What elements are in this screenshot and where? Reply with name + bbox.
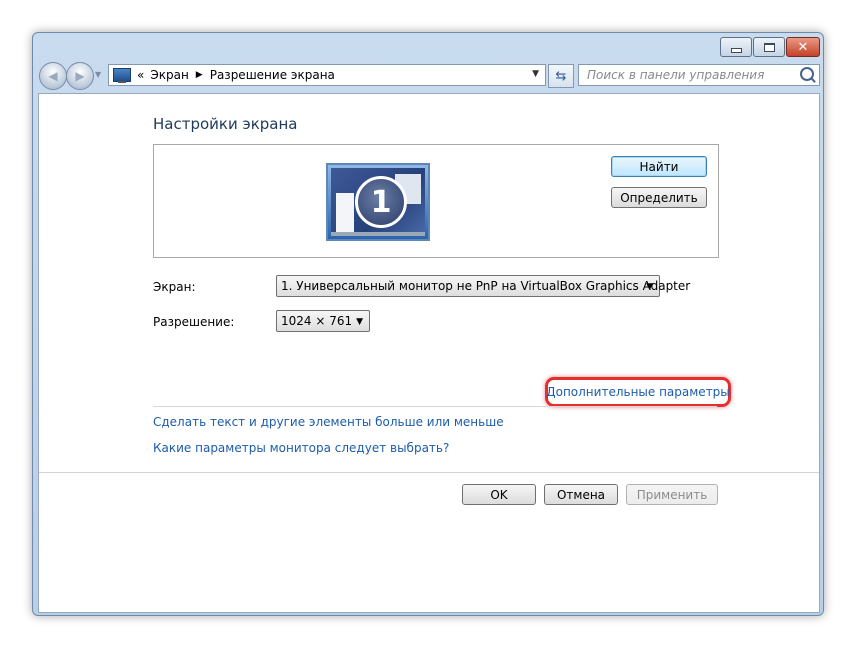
identify-button[interactable]: Определить [611, 187, 707, 208]
minimize-icon [730, 47, 742, 53]
footer-divider [39, 472, 819, 473]
resolution-select-value: 1024 × 761 [281, 314, 353, 328]
back-arrow-icon: ◀ [48, 69, 58, 83]
close-button[interactable]: ✕ [786, 37, 820, 57]
find-button[interactable]: Найти [611, 156, 707, 177]
apply-button[interactable]: Применить [626, 484, 718, 505]
resolution-select[interactable]: 1024 × 761 ▼ [276, 310, 370, 332]
close-icon: ✕ [797, 39, 809, 55]
breadcrumb-arrow-icon[interactable]: ▶ [196, 70, 203, 80]
monitor-number-badge: 1 [355, 176, 407, 228]
refresh-button[interactable]: ⇆ [548, 64, 574, 88]
divider [153, 406, 717, 407]
breadcrumb-resolution[interactable]: Разрешение экрана [210, 68, 335, 82]
monitor-taskbar-preview [331, 232, 425, 236]
address-overflow-icon[interactable]: « [137, 68, 144, 82]
search-icon[interactable] [800, 67, 814, 81]
advanced-settings-link[interactable]: Дополнительные параметры [546, 385, 730, 399]
chevron-down-icon: ▼ [646, 282, 653, 292]
breadcrumb-screen[interactable]: Экран [150, 68, 188, 82]
address-bar[interactable]: « Экран ▶ Разрешение экрана ▼ [108, 64, 546, 86]
monitor-screen: 1 [331, 168, 425, 236]
search-input[interactable] [585, 67, 799, 83]
refresh-icon: ⇆ [555, 68, 567, 84]
forward-button[interactable]: ▶ [66, 62, 94, 90]
recent-pages-dropdown-icon[interactable]: ▼ [95, 70, 101, 79]
monitor-window-preview [336, 193, 354, 233]
minimize-button[interactable] [720, 37, 752, 57]
monitor-help-link[interactable]: Какие параметры монитора следует выбрать… [153, 441, 449, 455]
page-title: Настройки экрана [153, 115, 298, 133]
content-area: Настройки экрана 1 Найти Определить Экра… [38, 93, 820, 613]
forward-arrow-icon: ▶ [75, 69, 85, 83]
display-select[interactable]: 1. Универсальный монитор не PnP на Virtu… [276, 275, 690, 297]
advanced-settings-highlight: Дополнительные параметры [545, 377, 731, 407]
cancel-button[interactable]: Отмена [544, 484, 618, 505]
display-select-value: 1. Универсальный монитор не PnP на Virtu… [281, 279, 691, 293]
text-size-link[interactable]: Сделать текст и другие элементы больше и… [153, 415, 504, 429]
monitor-arrangement-panel: 1 Найти Определить [153, 144, 719, 258]
back-button[interactable]: ◀ [39, 62, 67, 90]
window-controls: ✕ [720, 37, 820, 57]
navigation-bar: ◀ ▶ ▼ « Экран ▶ Разрешение экрана ▼ ⇆ [33, 61, 823, 91]
maximize-button[interactable] [753, 37, 785, 57]
monitor-icon[interactable]: 1 [326, 163, 430, 241]
display-label: Экран: [153, 280, 196, 294]
address-dropdown-icon[interactable]: ▼ [532, 69, 539, 79]
resolution-label: Разрешение: [153, 315, 235, 329]
display-icon [113, 68, 131, 83]
maximize-icon [763, 42, 775, 52]
search-box [578, 64, 820, 86]
chevron-down-icon: ▼ [356, 317, 363, 327]
ok-button[interactable]: OK [462, 484, 536, 505]
control-panel-window: ✕ ◀ ▶ ▼ « Экран ▶ Разрешение экрана ▼ ⇆ … [32, 32, 824, 616]
